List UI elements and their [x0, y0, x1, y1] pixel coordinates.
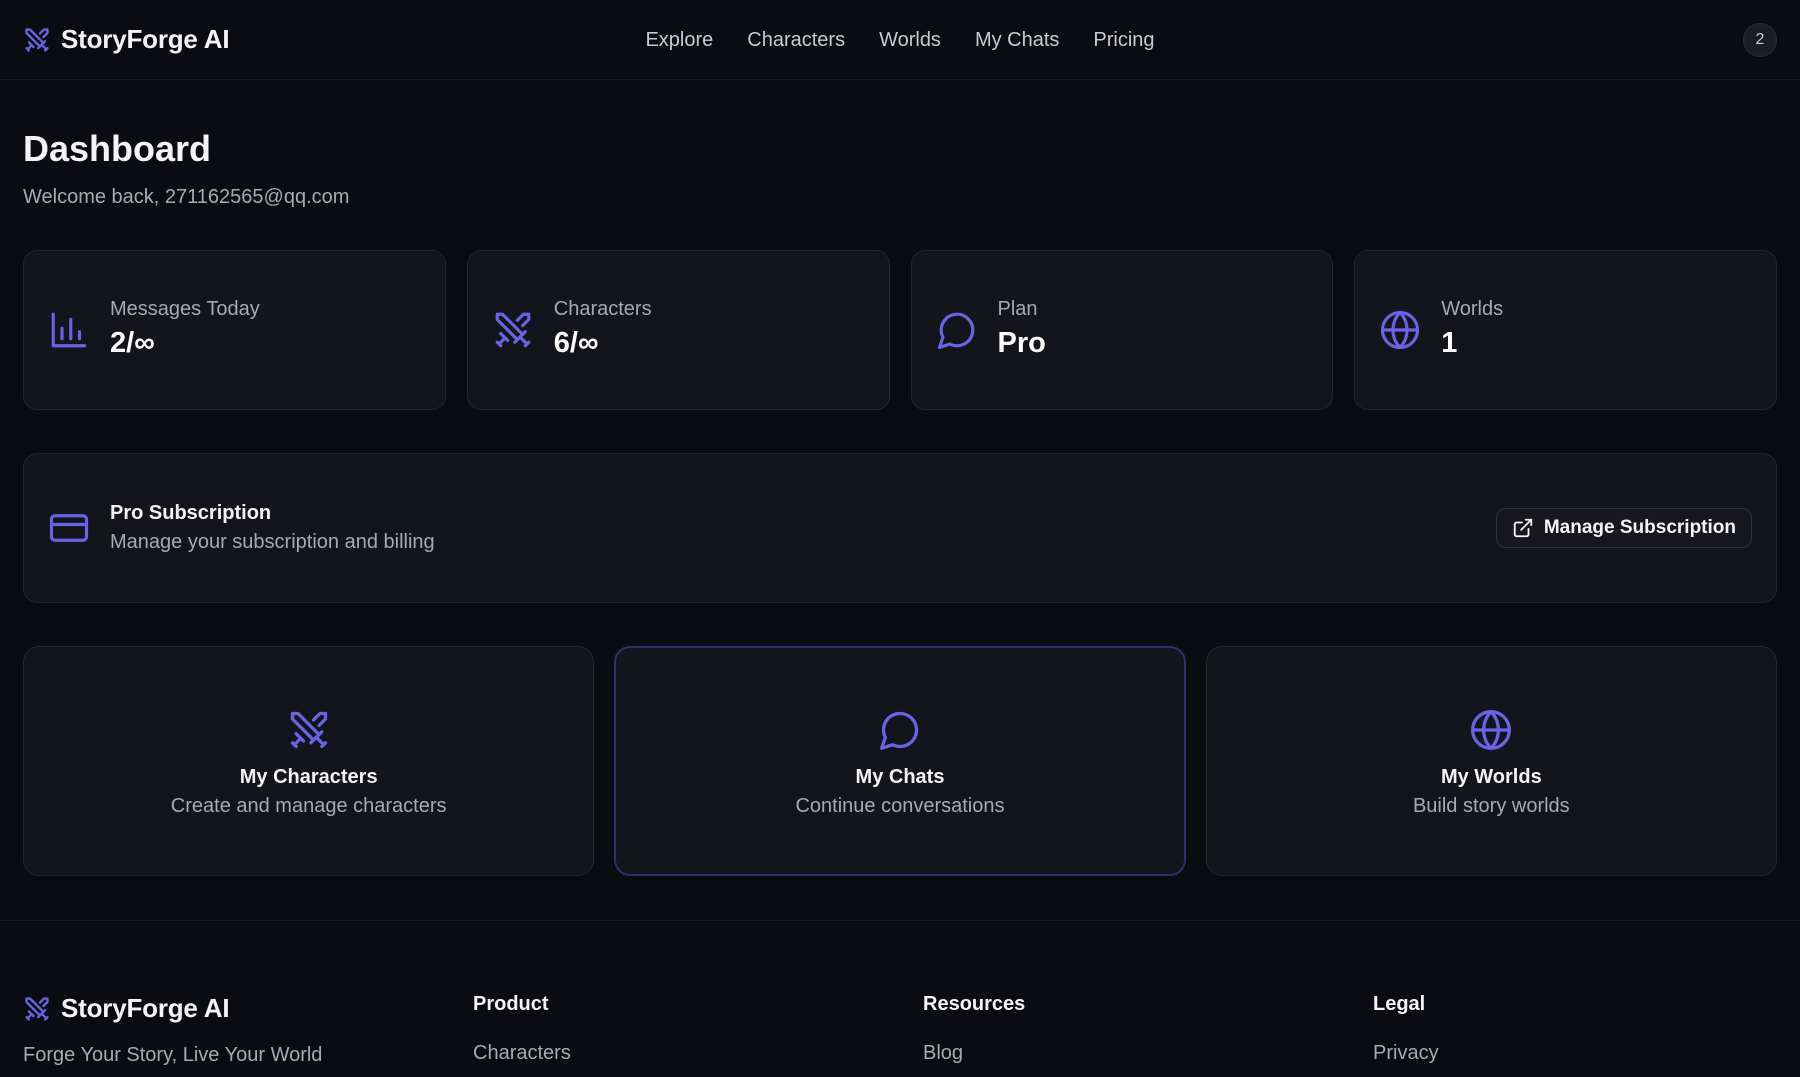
globe-icon: [1379, 309, 1421, 351]
stat-card-worlds: Worlds 1: [1354, 250, 1777, 410]
subscription-title: Pro Subscription: [110, 502, 272, 524]
stat-value: 2/∞: [110, 327, 155, 359]
external-link-icon: [1512, 517, 1534, 539]
footer-column-product: Product Characters: [473, 993, 571, 1065]
action-title: My Worlds: [1440, 766, 1542, 788]
subscription-card: Pro Subscription Manage your subscriptio…: [23, 453, 1777, 603]
subscription-description: Manage your subscription and billing: [110, 531, 435, 553]
stat-card-plan: Plan Pro: [910, 250, 1334, 410]
footer-brand-name: StoryForge AI: [61, 993, 230, 1023]
swords-icon: [287, 708, 331, 752]
bar-chart-icon: [48, 309, 90, 351]
action-title: My Characters: [239, 766, 378, 788]
swords-icon: [492, 309, 534, 351]
stat-label: Worlds: [1441, 298, 1504, 320]
stat-value: Pro: [997, 327, 1046, 359]
footer-link-characters[interactable]: Characters: [473, 1042, 571, 1065]
stat-value: 1: [1441, 327, 1458, 359]
footer-column-heading: Resources: [923, 993, 1026, 1015]
manage-subscription-label: Manage Subscription: [1543, 517, 1736, 538]
footer-column-heading: Legal: [1373, 993, 1426, 1015]
app-root: StoryForge AI Explore Characters Worlds …: [0, 0, 1800, 1077]
footer-column-legal: Legal Privacy: [1373, 993, 1439, 1065]
footer-link-privacy[interactable]: Privacy: [1373, 1042, 1439, 1065]
welcome-message: Welcome back, 271162565@qq.com: [23, 186, 350, 208]
stat-label: Messages Today: [110, 298, 260, 320]
user-avatar[interactable]: 2: [1743, 23, 1777, 57]
swords-icon: [23, 995, 51, 1023]
site-footer: StoryForge AI Forge Your Story, Live You…: [0, 920, 1800, 1077]
nav-explore[interactable]: Explore: [645, 29, 713, 52]
main-nav: Explore Characters Worlds My Chats Prici…: [645, 0, 1154, 80]
stat-card-messages: Messages Today 2/∞: [23, 250, 446, 410]
footer-link-blog[interactable]: Blog: [923, 1042, 1025, 1065]
main-content: Dashboard Welcome back, 271162565@qq.com…: [0, 128, 1800, 876]
footer-brand: StoryForge AI Forge Your Story, Live You…: [23, 993, 322, 1067]
credit-card-icon: [48, 507, 90, 549]
action-description: Build story worlds: [1412, 795, 1570, 817]
page-title: Dashboard: [23, 128, 212, 169]
stat-label: Characters: [553, 298, 652, 320]
swords-icon: [23, 26, 51, 54]
quick-actions: My Characters Create and manage characte…: [23, 646, 1777, 876]
chat-bubble-icon: [936, 309, 978, 351]
stats-row: Messages Today 2/∞ Characters 6/∞ Plan P…: [23, 250, 1777, 410]
footer-tagline: Forge Your Story, Live Your World: [23, 1044, 323, 1066]
manage-subscription-button[interactable]: Manage Subscription: [1495, 508, 1752, 548]
action-description: Create and manage characters: [170, 795, 447, 817]
action-card-my-worlds[interactable]: My Worlds Build story worlds: [1205, 646, 1777, 876]
action-title: My Chats: [855, 766, 945, 788]
footer-column-resources: Resources Blog: [923, 993, 1025, 1065]
stat-value: 6/∞: [553, 327, 599, 359]
footer-logo-link[interactable]: StoryForge AI: [23, 993, 322, 1024]
action-description: Continue conversations: [795, 795, 1005, 817]
action-card-my-chats[interactable]: My Chats Continue conversations: [614, 646, 1186, 876]
nav-characters[interactable]: Characters: [747, 29, 845, 52]
stat-card-characters: Characters 6/∞: [466, 250, 890, 410]
chat-bubble-icon: [878, 708, 922, 752]
stat-label: Plan: [997, 298, 1038, 320]
globe-icon: [1469, 708, 1513, 752]
brand-logo-link[interactable]: StoryForge AI: [23, 24, 230, 55]
brand-name: StoryForge AI: [61, 24, 230, 54]
nav-my-chats[interactable]: My Chats: [975, 29, 1059, 52]
nav-worlds[interactable]: Worlds: [879, 29, 941, 52]
top-header: StoryForge AI Explore Characters Worlds …: [0, 0, 1800, 80]
nav-pricing[interactable]: Pricing: [1093, 29, 1154, 52]
footer-column-heading: Product: [473, 993, 549, 1015]
action-card-my-characters[interactable]: My Characters Create and manage characte…: [23, 646, 595, 876]
